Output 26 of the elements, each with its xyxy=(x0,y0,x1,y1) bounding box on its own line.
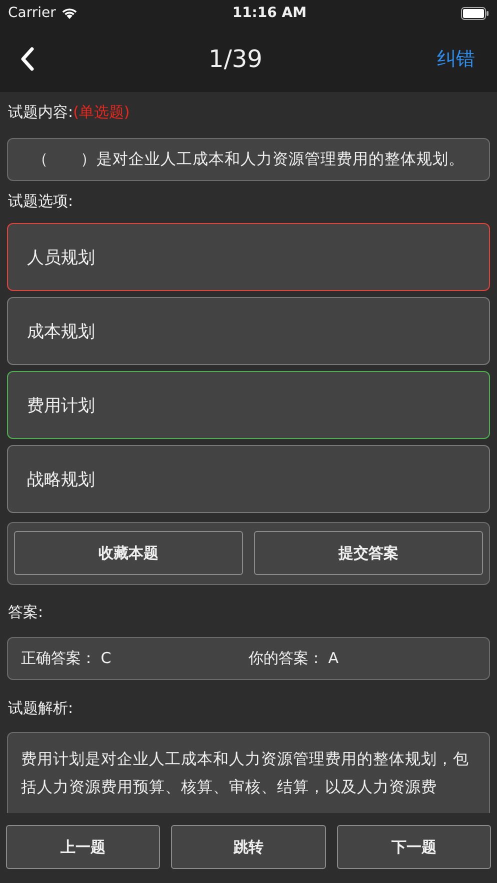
page-title: 1/39 xyxy=(208,45,262,73)
answer-option[interactable]: 战略规划 xyxy=(7,445,490,514)
wifi-icon xyxy=(60,7,78,19)
answer-option[interactable]: 人员规划 xyxy=(7,223,490,292)
your-answer-text: 你的答案： A xyxy=(248,648,339,667)
status-time: 11:16 AM xyxy=(232,5,307,21)
report-error-link[interactable]: 纠错 xyxy=(437,46,475,72)
nav-button[interactable]: 上一题 xyxy=(6,825,160,869)
action-button[interactable]: 收藏本题 xyxy=(14,531,243,576)
answer-label: 答案: xyxy=(8,602,44,622)
nav-button[interactable]: 跳转 xyxy=(171,825,326,869)
answer-option[interactable]: 费用计划 xyxy=(7,371,490,440)
question-label: 试题内容: xyxy=(8,102,74,122)
back-chevron-icon xyxy=(20,47,34,71)
back-button[interactable] xyxy=(20,47,34,71)
question-text: （ ）是对企业人工成本和人力资源管理费用的整体规划。 xyxy=(7,138,490,182)
battery-icon xyxy=(460,6,489,20)
correct-answer-text: 正确答案： C xyxy=(21,648,112,667)
options-label: 试题选项: xyxy=(8,191,74,212)
question-type: (单选题) xyxy=(73,102,130,122)
action-button[interactable]: 提交答案 xyxy=(254,531,483,576)
nav-button[interactable]: 下一题 xyxy=(336,825,491,869)
answer-option[interactable]: 成本规划 xyxy=(7,297,490,366)
analysis-text: 费用计划是对企业人工成本和人力资源管理费用的整体规划，包括人力资源费用预算、核算、审核、结算，以及人力资源费 xyxy=(7,732,490,813)
carrier-label: Carrier xyxy=(8,5,56,21)
analysis-label: 试题解析: xyxy=(8,698,74,718)
